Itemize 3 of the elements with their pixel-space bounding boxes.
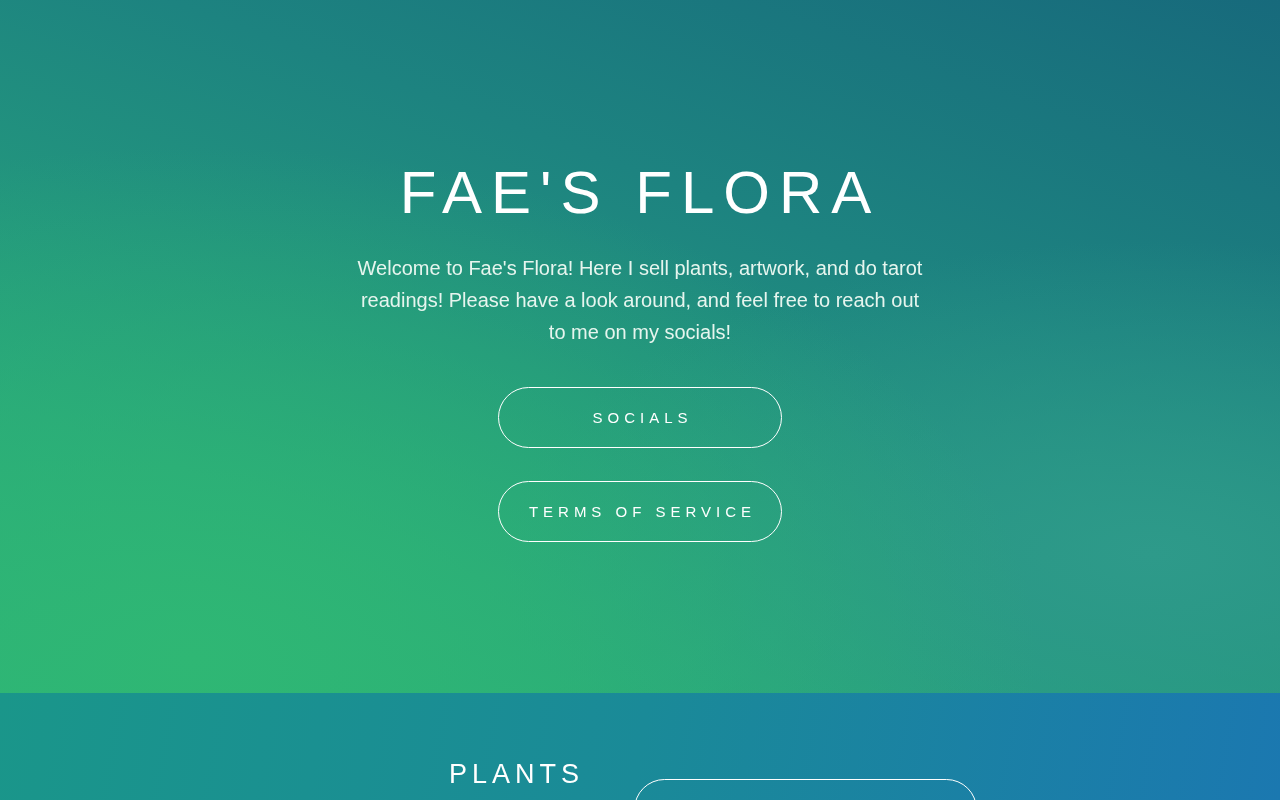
site-title: FAE'S FLORA	[399, 158, 881, 228]
section-heading: PLANTS	[448, 759, 584, 789]
intro-text: Welcome to Fae's Flora! Here I sell plants, artwork, and do tarot readings! Please have a look around, and feel free to reach out to me on my socials!	[356, 256, 924, 345]
